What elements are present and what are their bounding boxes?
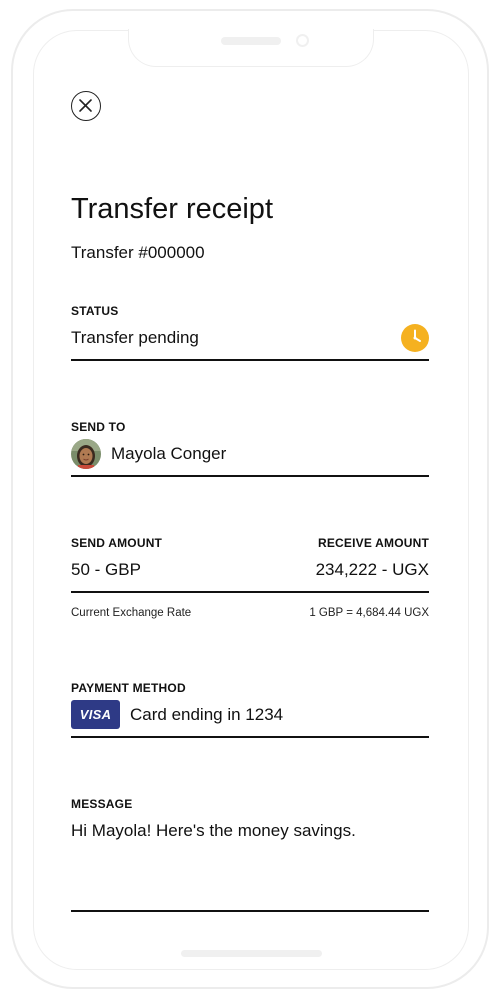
status-value: Transfer pending: [71, 328, 199, 347]
message-label: MESSAGE: [71, 797, 133, 811]
home-indicator[interactable]: [181, 950, 322, 957]
visa-card-icon: VISA: [71, 700, 120, 729]
exchange-rate-label: Current Exchange Rate: [71, 607, 192, 619]
message-divider: [71, 910, 429, 912]
amount-divider: [71, 591, 429, 593]
send-to-divider: [71, 475, 429, 477]
payment-divider: [71, 736, 429, 738]
front-camera: [296, 34, 309, 47]
receive-amount-value: 234,222 - UGX: [315, 560, 429, 579]
transfer-number: Transfer #000000: [71, 243, 205, 262]
speaker-grille: [221, 37, 281, 45]
clock-icon: [401, 324, 429, 352]
recipient-name: Mayola Conger: [111, 444, 227, 463]
status-divider: [71, 359, 429, 361]
send-amount-label: SEND AMOUNT: [71, 536, 163, 550]
exchange-rate-value: 1 GBP = 4,684.44 UGX: [309, 607, 429, 619]
page-title: Transfer receipt: [71, 193, 273, 225]
receive-amount-label: RECEIVE AMOUNT: [317, 536, 429, 550]
device-notch: [128, 29, 374, 67]
card-ending-text: Card ending in 1234: [130, 705, 284, 724]
close-icon: [79, 99, 92, 112]
close-button[interactable]: [71, 91, 101, 121]
payment-method-label: PAYMENT METHOD: [71, 681, 186, 695]
status-label: STATUS: [71, 304, 119, 318]
send-to-label: SEND TO: [71, 420, 126, 434]
message-text: Hi Mayola! Here's the money savings.: [71, 821, 356, 840]
avatar: [71, 439, 101, 469]
send-amount-value: 50 - GBP: [71, 560, 141, 579]
